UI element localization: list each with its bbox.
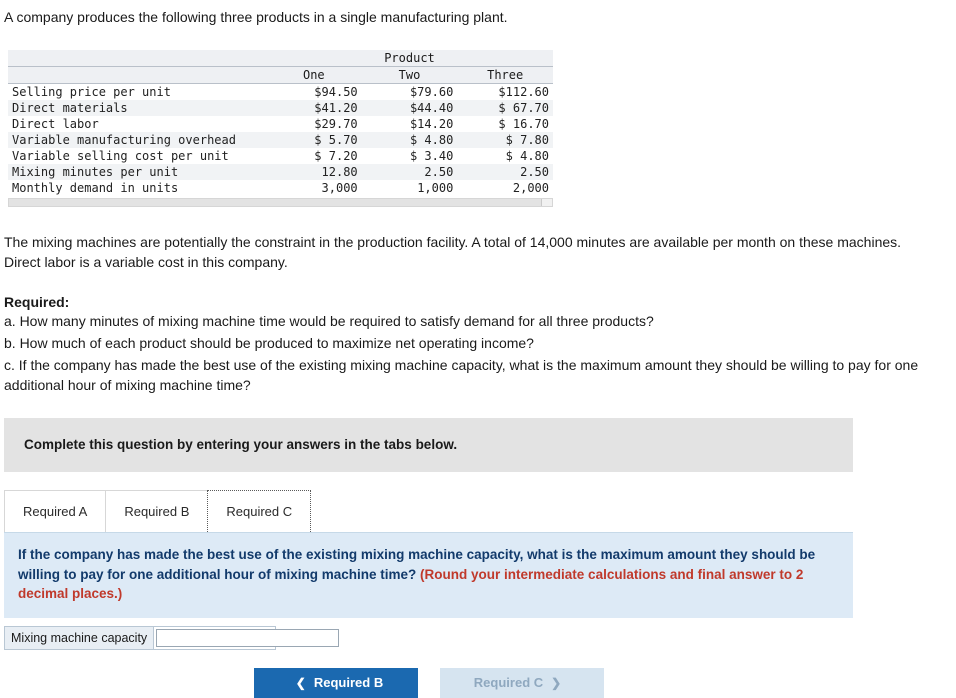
prev-required-b-button[interactable]: ❮ Required B [253,667,418,698]
constraint-paragraph: The mixing machines are potentially the … [4,233,902,250]
row-value: $ 16.70 [457,115,553,132]
column-header-three: Three [457,66,553,84]
table-row: Variable manufacturing overhead $ 5.70 $… [8,131,553,148]
required-item-c: c. If the company has made the best use … [4,357,919,394]
table-corner-cell-2 [8,66,266,84]
row-value: $ 5.70 [266,131,362,148]
labor-paragraph: Direct labor is a variable cost in this … [4,254,288,271]
table-row: Direct materials $41.20 $44.40 $ 67.70 [8,99,553,116]
row-value: $ 3.40 [361,147,458,164]
tab-required-b[interactable]: Required B [105,489,209,532]
required-heading: Required: [4,294,70,311]
row-value: $ 7.20 [266,147,362,164]
tab-required-c[interactable]: Required C [207,489,312,532]
column-header-two: Two [361,66,458,84]
table-row: Variable selling cost per unit $ 7.20 $ … [8,147,553,164]
row-label: Monthly demand in units [8,179,266,196]
column-header-one: One [266,66,362,84]
row-value: 3,000 [266,179,362,196]
row-value: 2.50 [361,163,458,180]
table-group-header-row: Product [8,49,553,67]
row-value: $79.60 [361,83,458,100]
row-value: 1,000 [361,179,458,196]
mixing-machine-capacity-input[interactable] [156,628,340,647]
product-data-table: Product One Two Three Selling price per … [8,49,553,196]
prev-button-label: Required B [313,675,384,691]
required-item-a: a. How many minutes of mixing machine ti… [4,313,654,330]
row-value: 2.50 [457,163,553,180]
page-root: A company produces the following three p… [0,0,956,698]
tab-label: Required C [226,503,293,519]
chevron-right-icon: ❯ [551,675,562,690]
row-value: $ 7.80 [457,131,553,148]
instruction-bar: Complete this question by entering your … [4,417,853,472]
table-row: Selling price per unit $94.50 $79.60 $11… [8,83,553,100]
instruction-text: Complete this question by entering your … [24,437,458,453]
row-label: Direct labor [8,115,266,132]
chevron-left-icon: ❮ [295,675,306,690]
row-label: Direct materials [8,99,266,116]
table-row: Mixing minutes per unit 12.80 2.50 2.50 [8,163,553,180]
row-value: $ 4.80 [361,131,458,148]
row-value: $14.20 [361,115,458,132]
table-corner-cell [8,49,266,67]
row-label: Selling price per unit [8,83,266,100]
tab-label: Required A [23,503,88,519]
table-horizontal-scrollbar[interactable] [8,197,553,207]
table-row: Direct labor $29.70 $14.20 $ 16.70 [8,115,553,132]
answer-row: Mixing machine capacity [4,625,340,650]
scrollbar-thumb[interactable] [9,198,543,206]
required-item-b: b. How much of each product should be pr… [4,335,534,352]
row-value: $ 67.70 [457,99,553,116]
table-column-header-row: One Two Three [8,66,553,84]
next-required-c-button[interactable]: Required C ❯ [439,667,604,698]
row-value: 2,000 [457,179,553,196]
row-value: $29.70 [266,115,362,132]
row-label: Variable manufacturing overhead [8,131,266,148]
table-group-header: Product [266,49,553,67]
row-value: 12.80 [266,163,362,180]
row-value: $41.20 [266,99,362,116]
question-panel: If the company has made the best use of … [4,531,853,618]
row-value: $94.50 [266,83,362,100]
row-label: Variable selling cost per unit [8,147,266,164]
tab-required-a[interactable]: Required A [4,489,107,532]
row-value: $112.60 [457,83,553,100]
tab-label: Required B [124,503,190,519]
tab-bar: Required A Required B Required C [4,488,853,532]
table-row: Monthly demand in units 3,000 1,000 2,00… [8,179,553,196]
row-value: $44.40 [361,99,458,116]
answer-label: Mixing machine capacity [5,626,155,649]
product-table-block: Product One Two Three Selling price per … [8,49,553,207]
nav-buttons: ❮ Required B Required C ❯ [4,667,853,698]
next-button-label: Required C [473,675,544,691]
question-text: If the company has made the best use of … [18,545,839,604]
intro-text: A company produces the following three p… [4,9,508,25]
row-value: $ 4.80 [457,147,553,164]
row-label: Mixing minutes per unit [8,163,266,180]
